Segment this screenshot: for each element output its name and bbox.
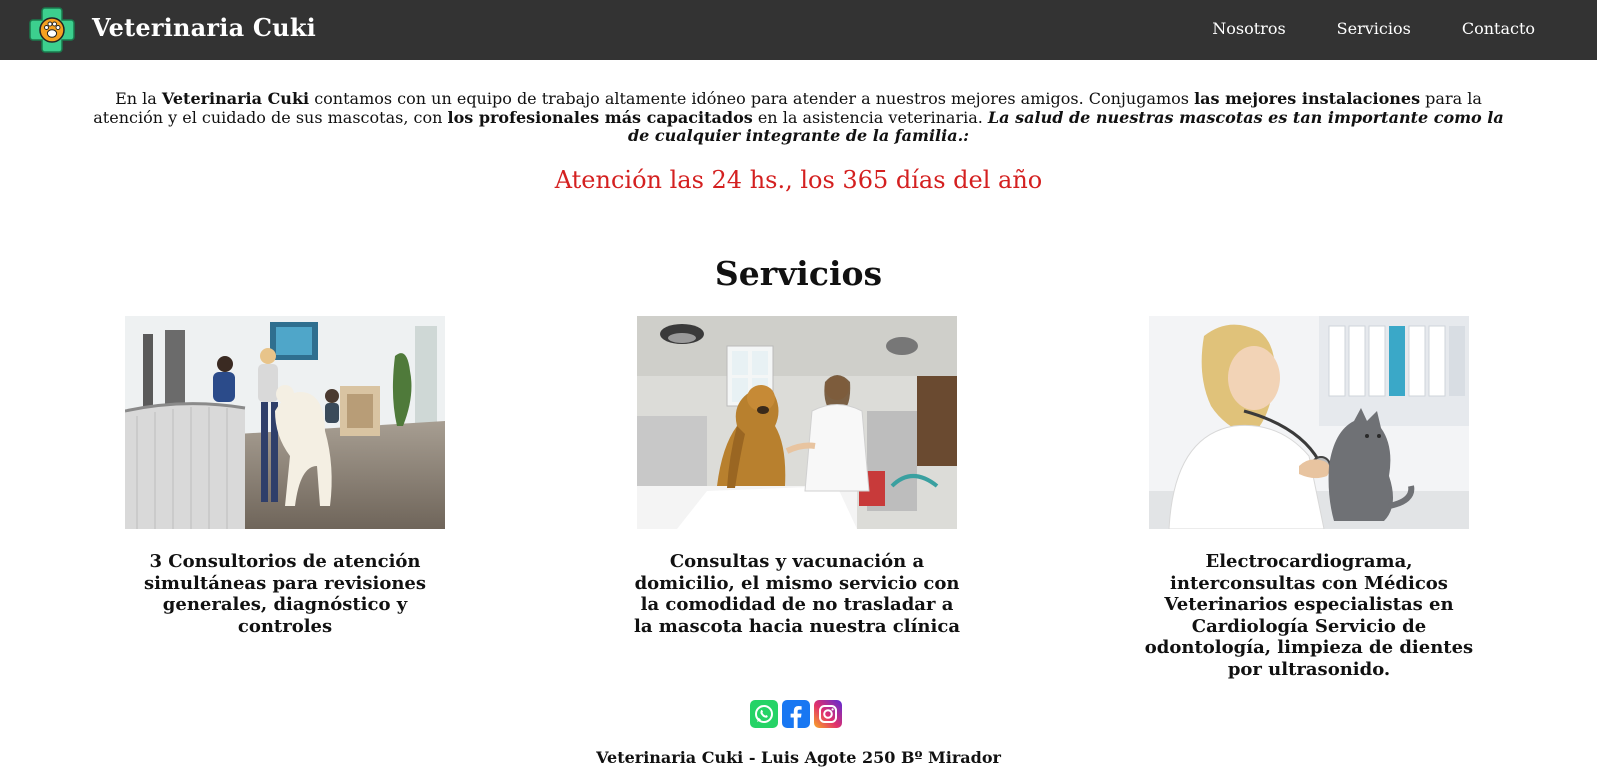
instagram-icon[interactable] (814, 700, 842, 728)
nav-link-servicios[interactable]: Servicios (1337, 19, 1411, 38)
nav-link-contacto[interactable]: Contacto (1462, 19, 1535, 38)
vet-cross-paw-logo-icon[interactable] (28, 6, 76, 54)
intro-text: En la (115, 89, 162, 108)
whatsapp-icon[interactable] (750, 700, 778, 728)
intro-bold-facilities: las mejores instalaciones (1194, 89, 1421, 108)
veterinary-reception-photo (125, 316, 445, 529)
intro-text: en la asistencia veterinaria. (752, 107, 988, 127)
brand-name[interactable]: Veterinaria Cuki (92, 13, 316, 42)
social-links (750, 700, 842, 728)
service-caption: Consultas y vacunación a domicilio, el m… (634, 551, 960, 637)
nav-link-nosotros[interactable]: Nosotros (1212, 19, 1285, 38)
intro-paragraph: En la Veterinaria Cuki contamos con un e… (80, 89, 1517, 146)
intro-bold-professionals: los profesionales más capacitados (447, 107, 753, 127)
service-caption: 3 Consultorios de atención simultáneas p… (143, 551, 427, 637)
service-card: Electrocardiograma, interconsultas con M… (1139, 316, 1479, 680)
services-title: Servicios (714, 254, 883, 293)
main-nav: Nosotros Servicios Contacto (1161, 19, 1535, 38)
intro-text: contamos con un equipo de trabajo altame… (309, 89, 1195, 108)
footer-address: Veterinaria Cuki - Luis Agote 250 Bº Mir… (596, 748, 1001, 767)
intro-bold-brand: Veterinaria Cuki (161, 89, 310, 108)
service-card: Consultas y vacunación a domicilio, el m… (627, 316, 967, 637)
vet-examining-kitten-photo (1149, 316, 1469, 529)
facebook-icon[interactable] (782, 700, 810, 728)
service-card: 3 Consultorios de atención simultáneas p… (115, 316, 455, 637)
hours-banner: Atención las 24 hs., los 365 días del añ… (554, 166, 1043, 194)
golden-retriever-with-vet-photo (637, 316, 957, 529)
top-navbar: Veterinaria Cuki Nosotros Servicios Cont… (0, 0, 1597, 60)
service-caption: Electrocardiograma, interconsultas con M… (1144, 551, 1474, 680)
